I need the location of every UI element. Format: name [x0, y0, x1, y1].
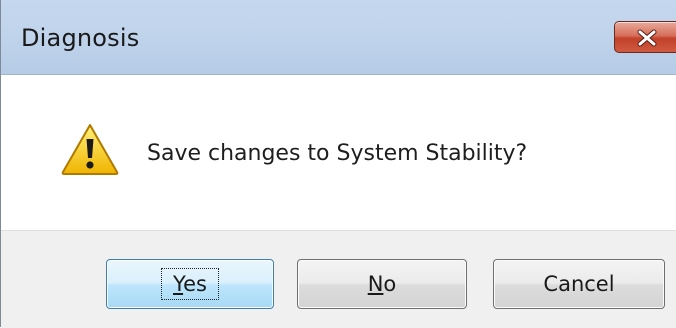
yes-button-label: Yes — [161, 268, 219, 300]
no-button[interactable]: No — [297, 259, 467, 309]
yes-accelerator: Y — [173, 272, 184, 296]
yes-button[interactable]: Yes — [106, 259, 274, 309]
cancel-button[interactable]: Cancel — [493, 259, 665, 309]
dialog-window: Diagnosis Save changes to System Stabili… — [0, 0, 676, 328]
dialog-content: Save changes to System Stability? — [1, 75, 676, 230]
button-bar: Yes No Cancel — [1, 230, 676, 328]
title-bar[interactable]: Diagnosis — [1, 0, 676, 75]
window-title: Diagnosis — [21, 24, 140, 52]
close-icon — [637, 29, 657, 47]
no-accelerator: N — [367, 272, 384, 296]
dialog-message: Save changes to System Stability? — [147, 141, 528, 166]
close-button[interactable] — [614, 21, 676, 53]
cancel-button-label: Cancel — [543, 272, 615, 296]
no-button-label: No — [368, 272, 397, 296]
warning-icon — [61, 124, 119, 175]
no-label-rest: o — [383, 272, 397, 296]
yes-label-rest: es — [183, 272, 207, 296]
